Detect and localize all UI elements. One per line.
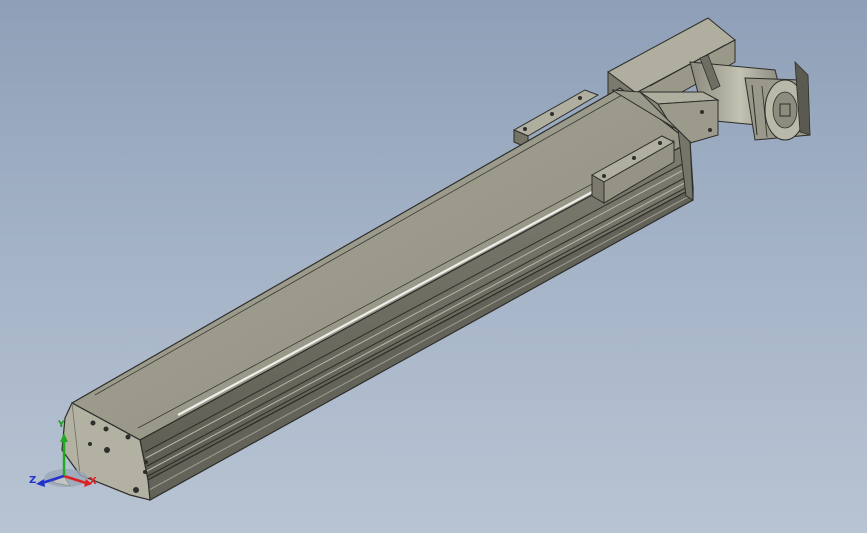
actuator-body[interactable]: [61, 87, 694, 501]
x-axis-label: X: [89, 476, 97, 487]
z-axis-label: Z: [29, 475, 37, 486]
linear-actuator-model[interactable]: [0, 0, 867, 533]
cad-viewport[interactable]: X Y Z: [0, 0, 867, 533]
y-axis-label: Y: [58, 420, 65, 430]
